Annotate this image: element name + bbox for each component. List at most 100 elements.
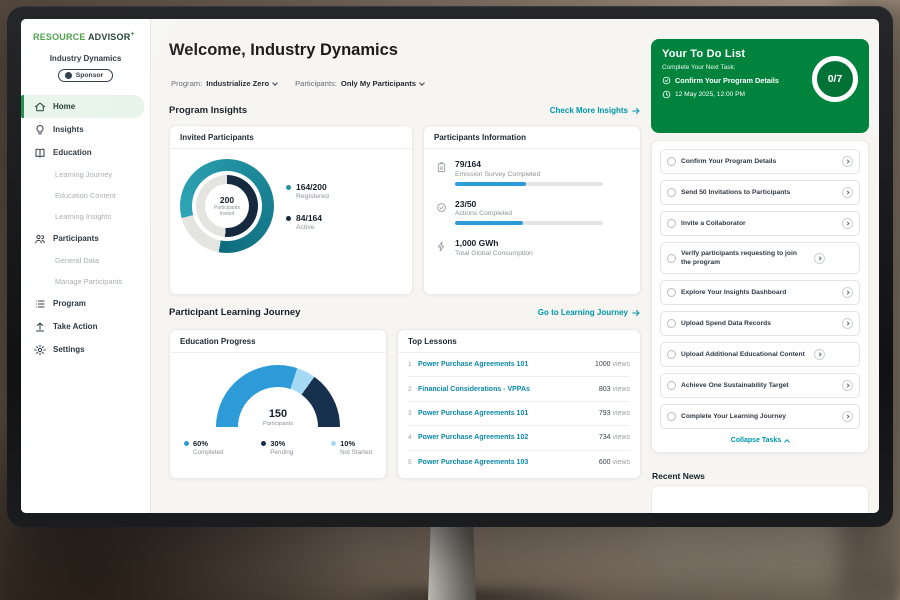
home-icon — [34, 101, 46, 113]
sidebar-item-manage-participants[interactable]: Manage Participants — [21, 271, 150, 292]
lesson-link[interactable]: Power Purchase Agreements 103 — [418, 459, 599, 466]
sidebar-item-program[interactable]: Program — [21, 292, 150, 315]
task-checkbox[interactable] — [667, 219, 676, 228]
task-open-button[interactable] — [842, 318, 853, 329]
legend-item-not-started: 10% Not Started — [331, 439, 372, 456]
task-open-button[interactable] — [842, 287, 853, 298]
legend-value: 30% — [270, 439, 285, 448]
sidebar-item-home[interactable]: Home — [21, 95, 144, 118]
task-label: Upload Additional Educational Content — [681, 350, 809, 359]
task-row[interactable]: Send 50 Invitations to Participants — [660, 180, 860, 205]
task-checkbox[interactable] — [667, 254, 676, 263]
task-checkbox[interactable] — [667, 381, 676, 390]
lesson-link[interactable]: Financial Considerations - VPPAs — [418, 386, 599, 393]
legend-item-registered: 164/200 Registered — [286, 182, 329, 200]
lesson-row[interactable]: 3 Power Purchase Agreements 101 793 view… — [408, 402, 630, 426]
lesson-views-count: 803 — [599, 386, 611, 393]
lesson-link[interactable]: Power Purchase Agreements 102 — [418, 434, 599, 441]
task-open-button[interactable] — [842, 411, 853, 422]
clock-icon — [662, 90, 671, 99]
task-checkbox[interactable] — [667, 188, 676, 197]
sidebar-item-label: Education Content — [55, 191, 116, 200]
legend-label: Pending — [270, 449, 293, 456]
chevron-right-icon — [845, 290, 849, 294]
task-row[interactable]: Achieve One Sustainability Target — [660, 373, 860, 398]
chevron-down-icon — [419, 80, 425, 86]
education-legend: 60% Completed 30% Pending 10% Not Starte… — [170, 427, 386, 456]
arrow-up-icon — [34, 321, 46, 333]
lesson-row[interactable]: 2 Financial Considerations - VPPAs 803 v… — [408, 377, 630, 401]
task-row[interactable]: Confirm Your Program Details — [660, 149, 860, 174]
task-checkbox[interactable] — [667, 350, 676, 359]
lesson-row[interactable]: 5 Power Purchase Agreements 103 600 view… — [408, 451, 630, 475]
task-checkbox[interactable] — [667, 157, 676, 166]
task-checkbox[interactable] — [667, 412, 676, 421]
task-row[interactable]: Explore Your Insights Dashboard — [660, 280, 860, 305]
section-title: Participant Learning Journey — [169, 307, 300, 318]
task-row[interactable]: Complete Your Learning Journey — [660, 404, 860, 429]
sidebar-item-take-action[interactable]: Take Action — [21, 315, 150, 338]
task-row[interactable]: Upload Additional Educational Content — [660, 342, 860, 367]
lesson-row[interactable]: 1 Power Purchase Agreements 101 1000 vie… — [408, 353, 630, 377]
lesson-views-word: views — [612, 386, 630, 393]
lesson-row[interactable]: 4 Power Purchase Agreements 102 734 view… — [408, 426, 630, 450]
task-row[interactable]: Verify participants requesting to join t… — [660, 242, 860, 274]
participants-information-card: Participants Information 79/164 Emission… — [423, 125, 641, 295]
sidebar-item-learning-journey[interactable]: Learning Journey — [21, 164, 150, 185]
chevron-right-icon — [845, 190, 849, 194]
sidebar-item-education[interactable]: Education — [21, 141, 150, 164]
check-more-insights-link[interactable]: Check More Insights — [550, 106, 641, 116]
program-dropdown[interactable]: Program: Industrialize Zero — [171, 79, 277, 88]
arrow-right-icon — [631, 308, 641, 318]
sidebar-item-label: Manage Participants — [55, 277, 122, 286]
sidebar-item-label: Insights — [53, 125, 84, 134]
go-to-learning-journey-link[interactable]: Go to Learning Journey — [538, 308, 641, 318]
invited-donut-ring-inner: 200 Participants Invited — [196, 175, 258, 237]
task-checkbox[interactable] — [667, 319, 676, 328]
task-label: Explore Your Insights Dashboard — [681, 288, 837, 297]
legend-value: 60% — [193, 439, 208, 448]
chevron-right-icon — [845, 414, 849, 418]
lesson-link[interactable]: Power Purchase Agreements 101 — [418, 361, 595, 368]
list-icon — [34, 298, 46, 310]
legend-dot — [286, 216, 291, 221]
task-open-button[interactable] — [842, 380, 853, 391]
sidebar-item-education-content[interactable]: Education Content — [21, 185, 150, 206]
sidebar-item-settings[interactable]: Settings — [21, 338, 150, 361]
lesson-link[interactable]: Power Purchase Agreements 101 — [418, 410, 599, 417]
gauge-center-value: 150 — [216, 409, 340, 420]
task-row[interactable]: Invite a Collaborator — [660, 211, 860, 236]
task-open-button[interactable] — [842, 218, 853, 229]
sidebar-item-insights[interactable]: Insights — [21, 118, 150, 141]
todo-next-task-label: Confirm Your Program Details — [675, 76, 779, 85]
legend-dot — [286, 185, 291, 190]
legend-value: 84/164 — [296, 213, 322, 223]
participants-dropdown[interactable]: Participants: Only My Participants — [295, 79, 424, 88]
invited-participants-card: Invited Participants 200 Participants In… — [169, 125, 413, 295]
invited-donut-center: 200 Participants Invited — [205, 184, 249, 228]
task-row[interactable]: Upload Spend Data Records — [660, 311, 860, 336]
task-open-button[interactable] — [842, 187, 853, 198]
check-circle-icon — [662, 76, 671, 85]
legend-label: Registered — [296, 193, 329, 200]
sidebar-item-general-data[interactable]: General Data — [21, 250, 150, 271]
clipboard-icon — [436, 160, 447, 171]
org-name: Industry Dynamics — [21, 54, 150, 63]
task-open-button[interactable] — [842, 156, 853, 167]
collapse-tasks-button[interactable]: Collapse Tasks — [660, 437, 860, 444]
chevron-right-icon — [817, 256, 821, 260]
learning-journey-header: Participant Learning Journey Go to Learn… — [169, 307, 641, 318]
invited-legend: 164/200 Registered 84/164 Active — [286, 182, 329, 231]
task-checkbox[interactable] — [667, 288, 676, 297]
task-label: Send 50 Invitations to Participants — [681, 188, 837, 197]
progress-track — [455, 182, 603, 186]
sidebar-item-label: Participants — [53, 234, 99, 243]
todo-progress-value: 0/7 — [828, 73, 843, 85]
todo-summary-card: Your To Do List Complete Your Next Task:… — [651, 39, 869, 133]
task-open-button[interactable] — [814, 253, 825, 264]
task-open-button[interactable] — [814, 349, 825, 360]
task-label: Verify participants requesting to join t… — [681, 249, 809, 267]
sidebar-item-label: Program — [53, 299, 86, 308]
sidebar-item-learning-insights[interactable]: Learning Insights — [21, 206, 150, 227]
sidebar-item-participants[interactable]: Participants — [21, 227, 150, 250]
